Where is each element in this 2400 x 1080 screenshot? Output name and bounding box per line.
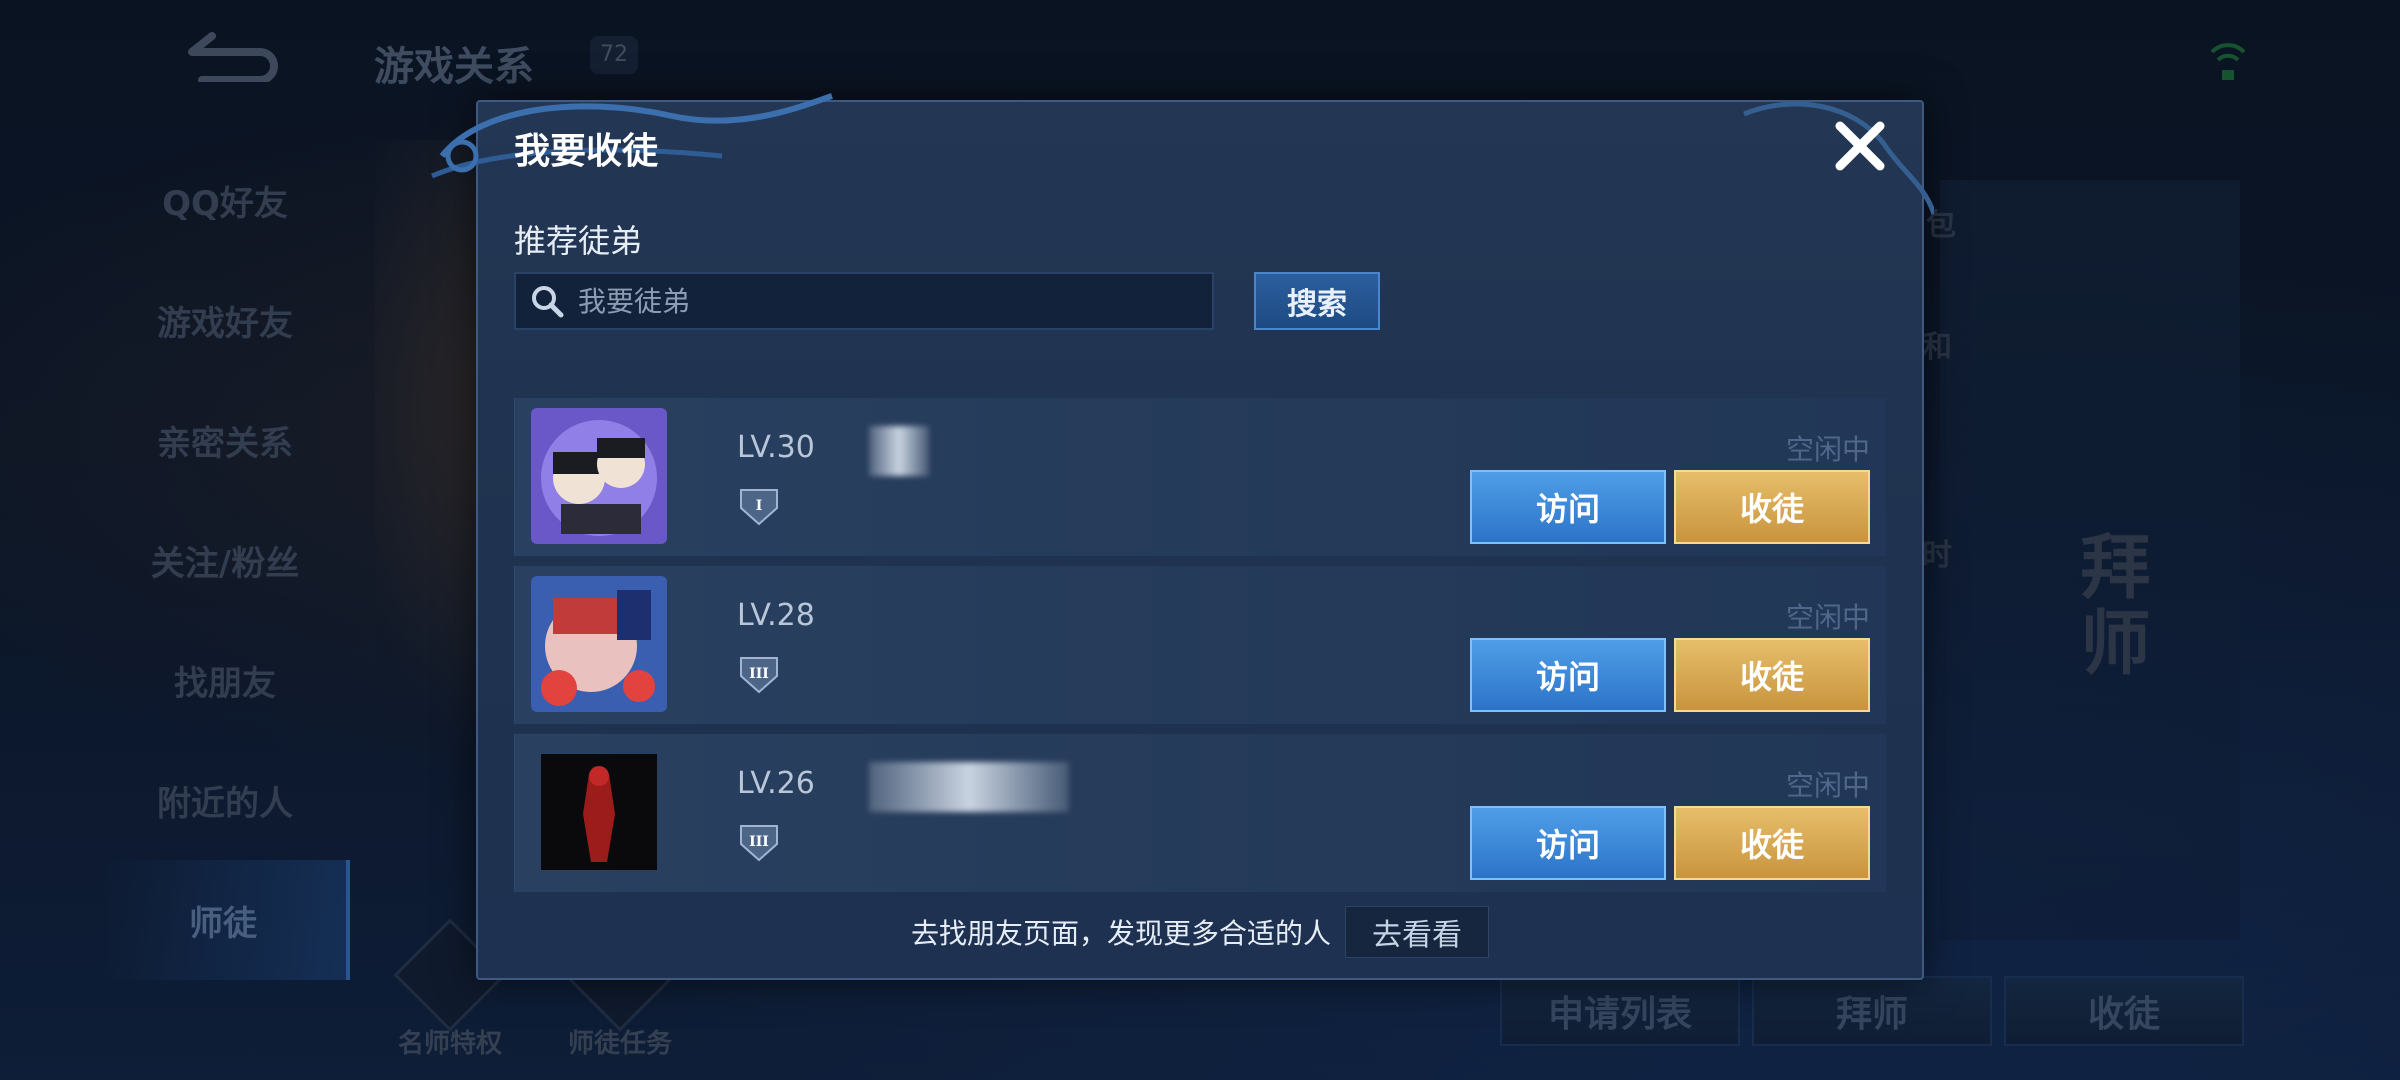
visit-button[interactable]: 访问	[1470, 638, 1666, 712]
search-icon	[532, 286, 564, 318]
dialog-footer: 去找朋友页面，发现更多合适的人 去看看	[478, 906, 1922, 958]
list-item: LV.30 I 空闲中 访问 收徒	[514, 398, 1886, 556]
footer-hint-text: 去找朋友页面，发现更多合适的人	[910, 917, 1331, 950]
rank-shield-icon: III	[740, 657, 778, 694]
status-text: 空闲中	[1785, 601, 1870, 634]
status-text: 空闲中	[1785, 433, 1870, 466]
dialog-title: 我要收徒	[514, 131, 659, 172]
player-level: LV.26	[737, 766, 815, 801]
avatar[interactable]	[531, 744, 667, 880]
rank-numeral: I	[756, 498, 763, 514]
go-see-button[interactable]: 去看看	[1345, 906, 1489, 958]
accept-apprentice-button[interactable]: 收徒	[1674, 638, 1870, 712]
player-level: LV.30	[737, 430, 815, 465]
accept-apprentice-button[interactable]: 收徒	[1674, 806, 1870, 880]
visit-button[interactable]: 访问	[1470, 470, 1666, 544]
list-item: LV.26 III 空闲中 访问 收徒	[514, 734, 1886, 892]
rank-shield-icon: III	[740, 825, 778, 862]
recommended-apprentices-label: 推荐徒弟	[514, 222, 643, 260]
list-item: LV.28 III 空闲中 访问 收徒	[514, 566, 1886, 724]
search-input[interactable]	[578, 284, 1178, 318]
player-level: LV.28	[737, 598, 815, 633]
close-icon[interactable]	[1830, 116, 1890, 176]
visit-button[interactable]: 访问	[1470, 806, 1666, 880]
rank-numeral: III	[749, 834, 769, 850]
accept-apprentice-button[interactable]: 收徒	[1674, 470, 1870, 544]
avatar[interactable]	[531, 576, 667, 712]
status-text: 空闲中	[1785, 769, 1870, 802]
rank-numeral: III	[749, 666, 769, 682]
recruit-apprentice-dialog: 我要收徒 推荐徒弟 搜索 LV.30 I	[431, 93, 1934, 980]
player-name-redacted	[869, 762, 1069, 812]
player-name-redacted	[869, 426, 929, 476]
avatar[interactable]	[531, 408, 667, 544]
search-field[interactable]	[514, 272, 1214, 330]
apprentice-list: LV.30 I 空闲中 访问 收徒 LV.28 III 空闲中 访问 收徒 LV…	[514, 398, 1886, 978]
search-button[interactable]: 搜索	[1254, 272, 1380, 330]
rank-shield-icon: I	[740, 489, 778, 526]
